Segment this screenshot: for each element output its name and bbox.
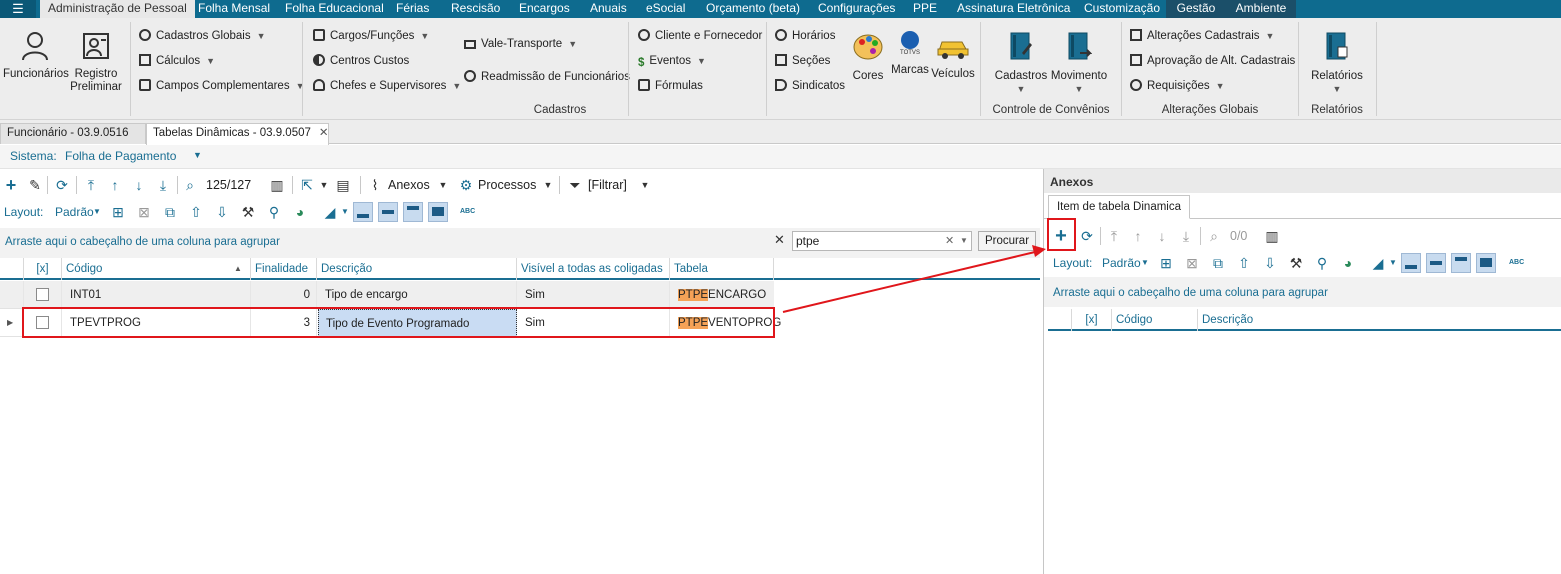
annotation-arrow xyxy=(782,245,1046,313)
